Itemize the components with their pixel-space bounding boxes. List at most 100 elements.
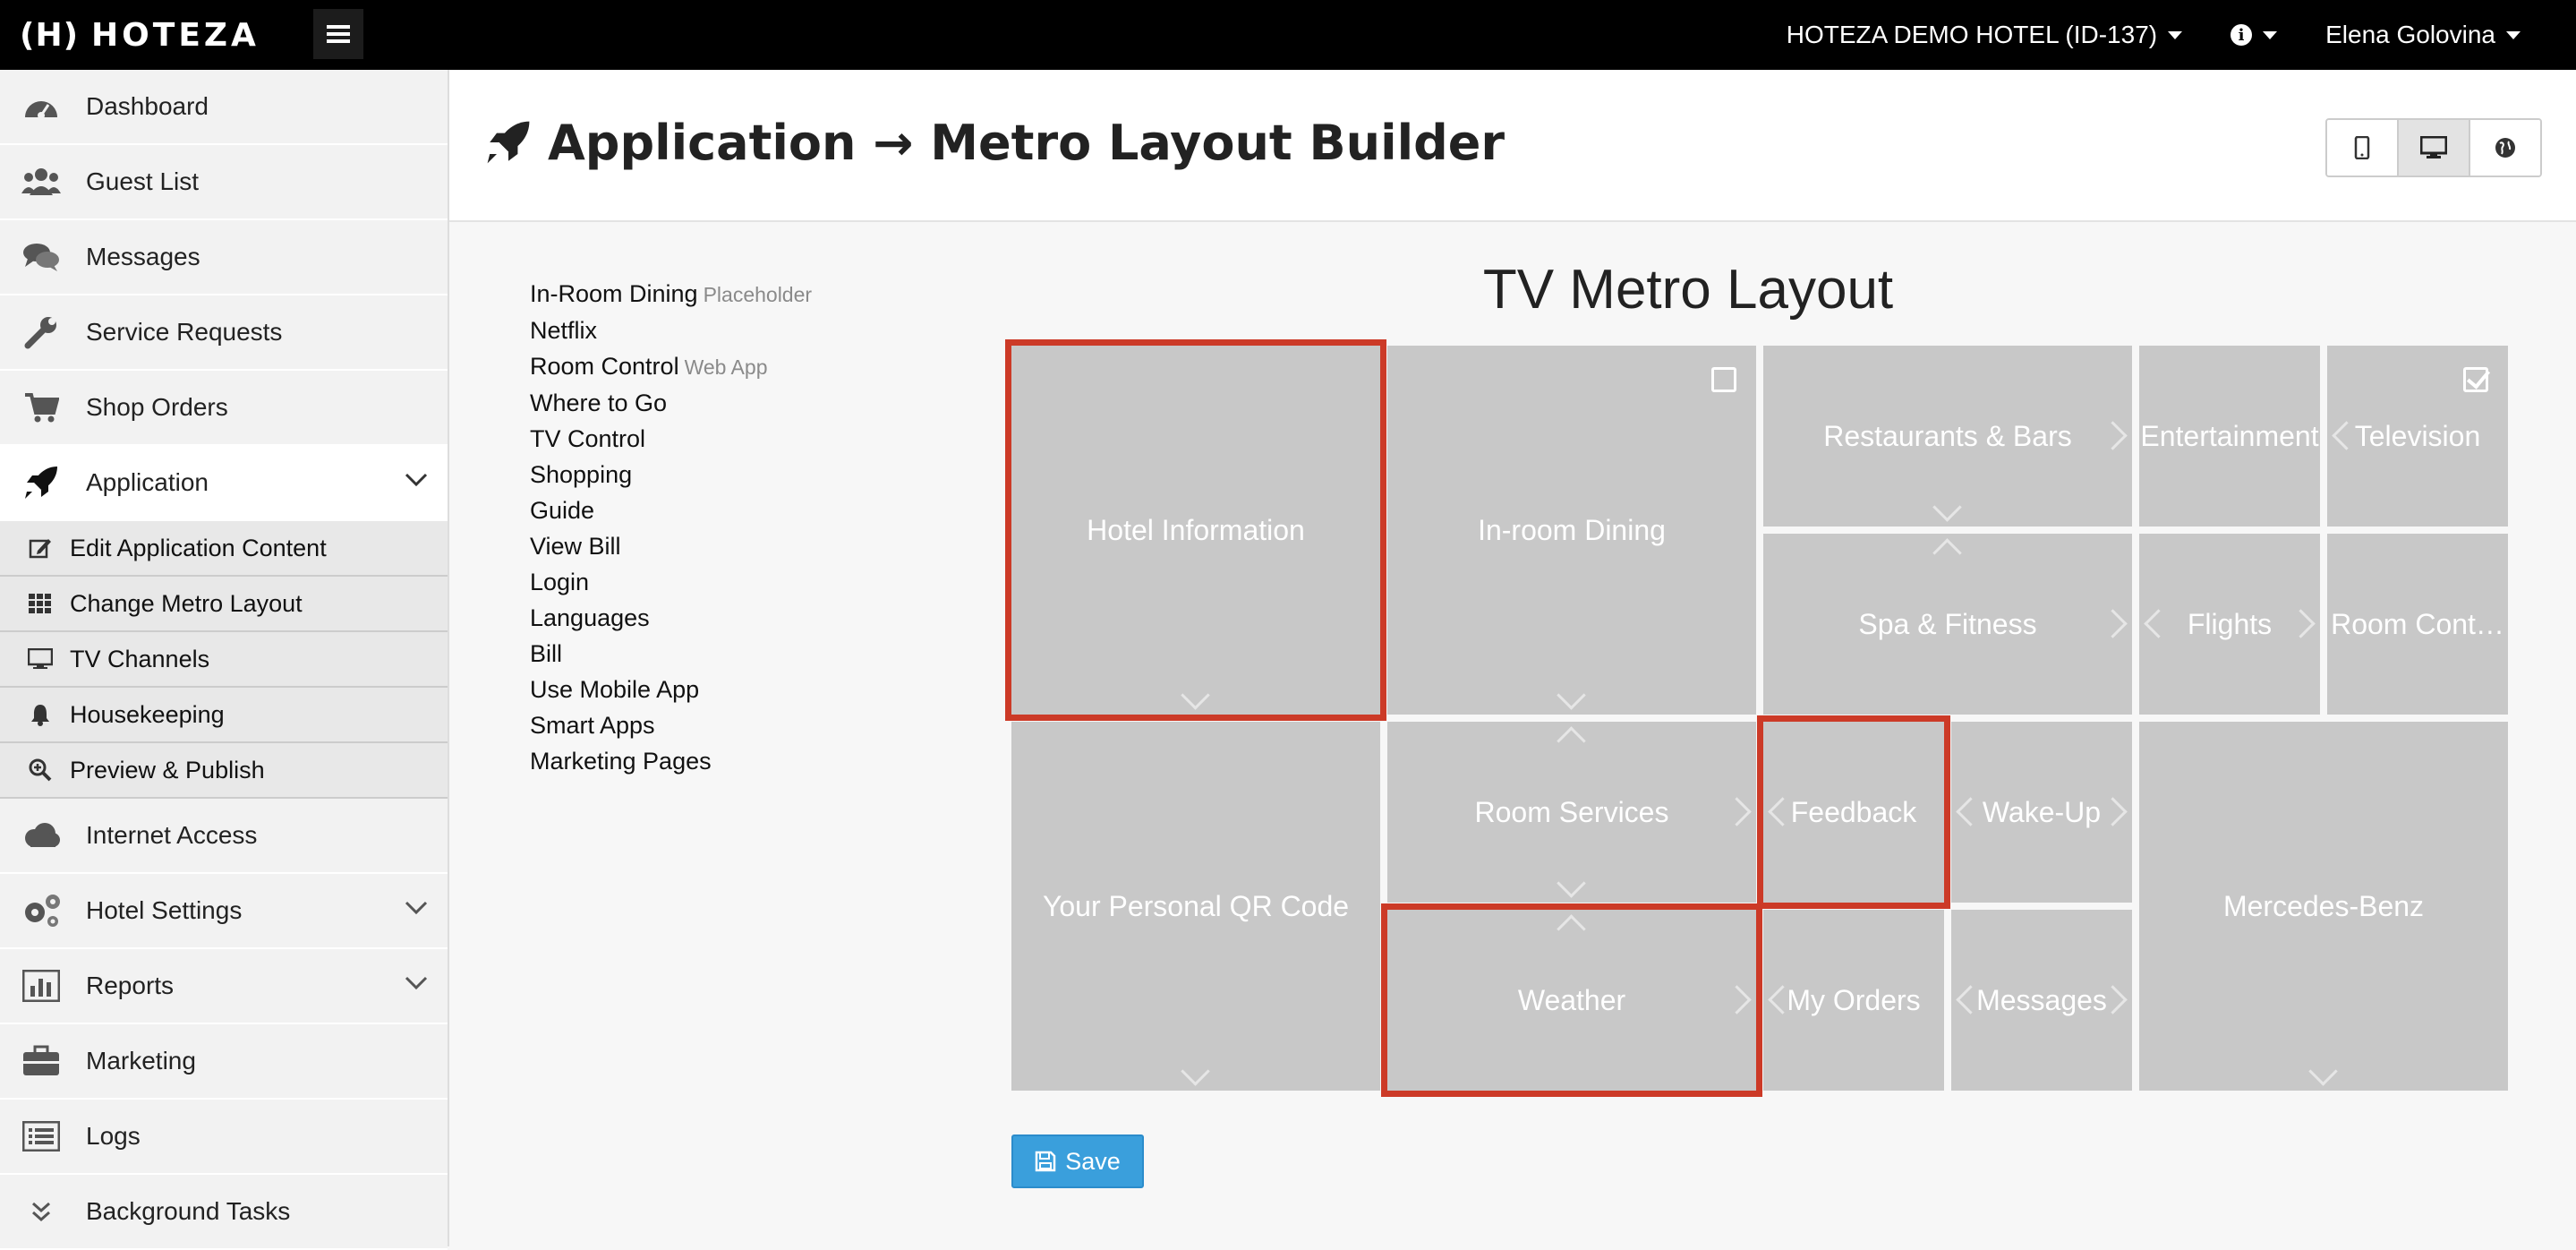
list-item[interactable]: Netflix [530,312,812,348]
user-name: Elena Golovina [2325,21,2495,48]
item-label: Room Control [530,353,679,380]
save-button[interactable]: Save [1011,1134,1144,1188]
arrow-down-icon[interactable] [1557,869,1586,898]
tile-feedback[interactable]: Feedback [1757,715,1950,909]
arrow-right-icon[interactable] [2098,421,2128,450]
sidebar-item-application[interactable]: Application [0,446,448,521]
hotel-selector[interactable]: HOTEZA DEMO HOTEL (ID-137) [1787,21,2183,49]
item-label: In-Room Dining [530,280,698,307]
sidebar-item-hotel-settings[interactable]: Hotel Settings [0,874,448,949]
sidebar-item-marketing[interactable]: Marketing [0,1024,448,1100]
list-item[interactable]: Login [530,564,812,600]
list-item[interactable]: Room Control Web App [530,348,812,385]
tile-room-services[interactable]: Room Services [1387,722,1756,903]
tile-weather[interactable]: Weather [1381,903,1762,1097]
arrow-up-icon[interactable] [1932,538,1962,568]
hoteza-logo[interactable]: (H) HOTEZA [20,13,260,57]
arrow-left-icon[interactable] [1956,797,1985,826]
tile-room-control[interactable]: Room Cont… [2327,534,2508,715]
web-view-button[interactable] [2470,120,2540,176]
list-item[interactable]: Guide [530,492,812,528]
list-item[interactable]: Smart Apps [530,707,812,743]
arrow-down-icon[interactable] [1557,681,1586,710]
item-label: Use Mobile App [530,676,700,703]
sidebar-subitem-label: Edit Application Content [70,534,327,561]
tile-wake-up[interactable]: Wake-Up [1951,722,2132,903]
briefcase-icon [20,1043,63,1079]
tile-television[interactable]: Television [2327,346,2508,527]
tablet-view-button[interactable] [2327,120,2399,176]
floppy-disk-icon [1035,1151,1056,1172]
arrow-down-icon[interactable] [1181,1057,1210,1086]
logo-mark: (H) [20,16,80,54]
arrow-down-icon[interactable] [1932,492,1962,522]
sidebar-subitem-edit-content[interactable]: Edit Application Content [0,521,448,577]
desktop-view-button[interactable] [2399,120,2470,176]
item-tag: Web App [684,355,768,379]
arrow-down-icon[interactable] [1181,681,1210,710]
tile-messages[interactable]: Messages [1951,910,2132,1091]
arrow-right-icon[interactable] [1722,797,1752,826]
sidebar-subitem-change-metro-layout[interactable]: Change Metro Layout [0,577,448,632]
list-item[interactable]: Bill [530,636,812,672]
tile-spa-fitness[interactable]: Spa & Fitness [1763,534,2132,715]
list-item[interactable]: Where to Go [530,385,812,421]
list-item[interactable]: Shopping [530,457,812,492]
sidebar-item-service-requests[interactable]: Service Requests [0,295,448,371]
tile-label: Weather [1517,983,1626,1016]
tile-checkbox[interactable] [1711,367,1736,392]
tile-hotel-information[interactable]: Hotel Information [1005,339,1386,721]
arrow-right-icon[interactable] [2286,609,2316,638]
tile-restaurants-bars[interactable]: Restaurants & Bars [1763,346,2132,527]
page-title-wrap: Application → Metro Layout Builder [485,109,1505,176]
arrow-up-icon[interactable] [1557,726,1586,756]
sidebar-item-label: Marketing [86,1047,196,1074]
list-item[interactable]: View Bill [530,528,812,564]
list-item[interactable]: Languages [530,600,812,636]
sidebar-item-messages[interactable]: Messages [0,220,448,295]
rocket-icon [487,121,530,164]
sidebar-subitem-tv-channels[interactable]: TV Channels [0,632,448,688]
tile-label: Entertainment [2140,419,2319,452]
sidebar-subitem-housekeeping[interactable]: Housekeeping [0,688,448,743]
item-label: Login [530,569,590,595]
tile-mercedes-benz[interactable]: Mercedes-Benz [2139,722,2508,1091]
grid-icon [25,594,55,613]
arrow-right-icon[interactable] [1722,985,1752,1015]
tile-qr-code[interactable]: Your Personal QR Code [1011,722,1380,1091]
sidebar-subitem-preview-publish[interactable]: Preview & Publish [0,743,448,799]
list-item[interactable]: In-Room Dining Placeholder [530,276,812,312]
user-menu[interactable]: Elena Golovina [2325,21,2521,49]
sidebar-item-dashboard[interactable]: Dashboard [0,70,448,145]
tile-checkbox-checked[interactable] [2463,367,2488,392]
cart-icon [20,390,63,425]
item-label: Languages [530,604,650,631]
menu-toggle-button[interactable] [313,9,363,59]
arrow-right-icon[interactable] [2098,797,2128,826]
sidebar-item-internet-access[interactable]: Internet Access [0,799,448,874]
sidebar-item-background-tasks[interactable]: Background Tasks [0,1175,448,1250]
tile-label: Television [2354,419,2481,452]
page-title: Application → Metro Layout Builder [548,114,1506,171]
sidebar-item-reports[interactable]: Reports [0,949,448,1024]
list-item[interactable]: Marketing Pages [530,743,812,779]
sidebar-item-guest-list[interactable]: Guest List [0,145,448,220]
tile-my-orders[interactable]: My Orders [1763,910,1944,1091]
info-menu[interactable]: i [2231,24,2278,46]
tile-in-room-dining[interactable]: In-room Dining [1387,346,1756,715]
arrow-up-icon[interactable] [1557,914,1586,944]
arrow-left-icon[interactable] [2144,609,2173,638]
sidebar-item-logs[interactable]: Logs [0,1100,448,1175]
arrow-right-icon[interactable] [2098,609,2128,638]
bell-icon [25,703,55,726]
item-label: Smart Apps [530,712,655,739]
tile-entertainment[interactable]: Entertainment [2139,346,2320,527]
list-item[interactable]: TV Control [530,421,812,457]
arrow-down-icon[interactable] [2308,1057,2338,1086]
sidebar-item-label: Background Tasks [86,1197,291,1225]
sidebar-item-shop-orders[interactable]: Shop Orders [0,371,448,446]
tile-flights[interactable]: Flights [2139,534,2320,715]
tablet-icon [2354,136,2370,159]
comments-icon [20,239,63,275]
list-item[interactable]: Use Mobile App [530,672,812,707]
